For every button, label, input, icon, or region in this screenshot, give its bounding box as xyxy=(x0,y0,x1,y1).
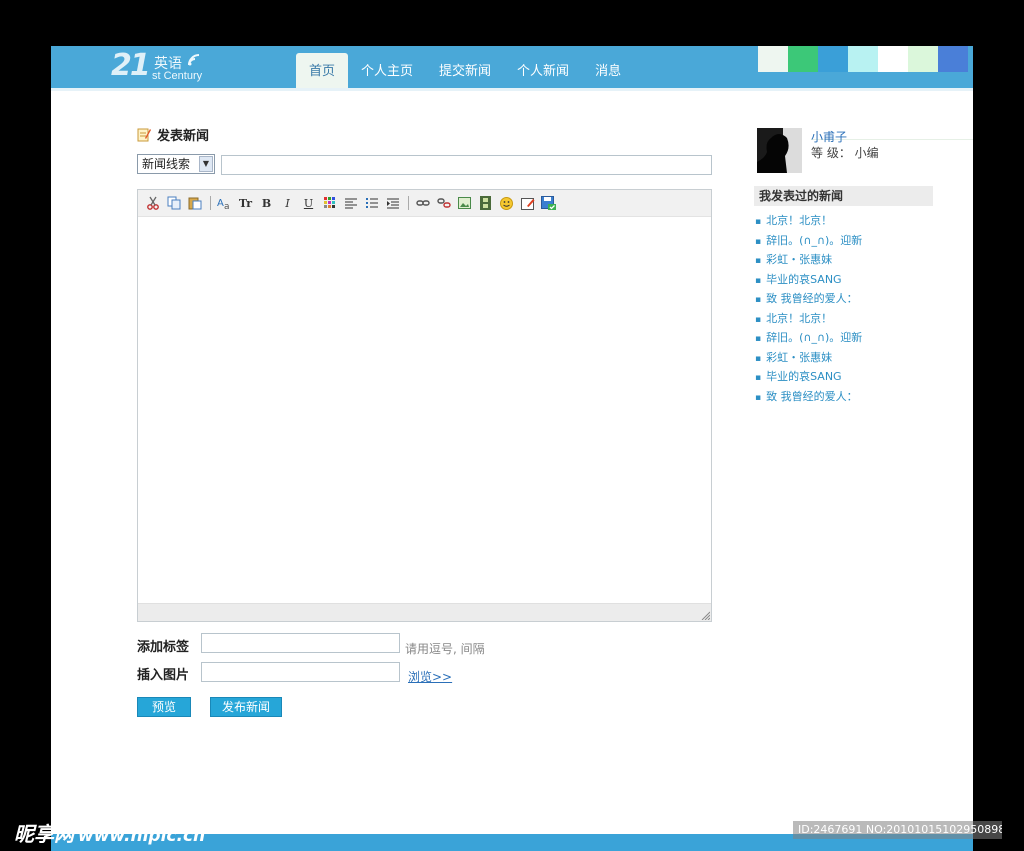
font-family-icon[interactable]: Aa xyxy=(215,194,234,213)
news-item[interactable]: 毕业的哀SANG xyxy=(755,270,862,290)
nav-submit-news[interactable]: 提交新闻 xyxy=(426,53,504,88)
save-icon[interactable] xyxy=(539,194,558,213)
font-size-icon[interactable]: Tr xyxy=(236,194,255,213)
bold-icon[interactable]: B xyxy=(257,194,276,213)
browse-link[interactable]: 浏览>> xyxy=(408,668,452,685)
tags-hint: 请用逗号, 间隔 xyxy=(405,642,485,656)
tags-input[interactable] xyxy=(201,633,400,653)
color-swatch xyxy=(848,46,878,72)
source-edit-icon[interactable] xyxy=(518,194,537,213)
unordered-list-icon[interactable] xyxy=(362,194,381,213)
image-path-input[interactable] xyxy=(201,662,400,682)
header-color-swatches xyxy=(758,46,968,74)
image-label: 插入图片 xyxy=(137,668,190,683)
user-level: 等 级： 小编 xyxy=(811,146,879,160)
watermark-id: ID:2467691 NO:20101015102950898332 xyxy=(793,821,1002,839)
emoticon-icon[interactable] xyxy=(497,194,516,213)
align-left-icon[interactable] xyxy=(341,194,360,213)
link-icon[interactable] xyxy=(413,194,432,213)
chevron-down-icon[interactable]: ▼ xyxy=(199,156,213,172)
watermark-url: www.nipic.cn xyxy=(78,826,206,846)
color-swatch xyxy=(788,46,818,72)
header-bar: 21 英语 st Century 首页 个人主页 提交新闻 个人新闻 消息 xyxy=(51,46,973,88)
news-item[interactable]: 北京！北京！ xyxy=(755,309,862,329)
svg-text:a: a xyxy=(224,202,230,210)
tags-label: 添加标签 xyxy=(137,640,190,655)
paste-icon[interactable] xyxy=(185,194,204,213)
news-item[interactable]: 北京！北京！ xyxy=(755,211,862,231)
indent-icon[interactable] xyxy=(383,194,402,213)
watermark-logo: 昵享网 xyxy=(14,822,74,846)
nav-personal-home[interactable]: 个人主页 xyxy=(348,53,426,88)
logo-en-text: st Century xyxy=(152,70,203,82)
news-item[interactable]: 辞旧。(∩_∩)。迎新 xyxy=(755,231,862,251)
news-title-input[interactable] xyxy=(221,155,712,175)
page: 21 英语 st Century 首页 个人主页 提交新闻 个人新闻 消息 发表 xyxy=(51,46,973,851)
rich-text-editor: Aa Tr B I U xyxy=(137,189,712,622)
site-logo[interactable]: 21 英语 st Century xyxy=(111,48,211,83)
nav-home[interactable]: 首页 xyxy=(296,53,349,88)
nav-personal-news[interactable]: 个人新闻 xyxy=(504,53,582,88)
color-swatch xyxy=(908,46,938,72)
color-swatch xyxy=(878,46,908,72)
toolbar-separator xyxy=(408,196,409,210)
resize-handle-icon[interactable] xyxy=(700,610,710,620)
copy-icon[interactable] xyxy=(164,194,183,213)
main-nav: 首页 个人主页 提交新闻 个人新闻 消息 xyxy=(296,53,634,88)
user-name-link[interactable]: 小甫子 xyxy=(811,128,847,145)
edit-note-icon xyxy=(137,128,151,141)
news-item[interactable]: 致 我曾经的爱人： xyxy=(755,289,862,309)
unlink-icon[interactable] xyxy=(434,194,453,213)
color-swatch xyxy=(938,46,968,72)
color-swatch xyxy=(818,46,848,72)
underline-icon[interactable]: U xyxy=(299,194,318,213)
nav-messages[interactable]: 消息 xyxy=(582,53,634,88)
post-heading: 发表新闻 xyxy=(137,126,210,144)
category-value: 新闻线索 xyxy=(142,157,191,171)
image-icon[interactable] xyxy=(455,194,474,213)
italic-icon[interactable]: I xyxy=(278,194,297,213)
editor-content-area[interactable] xyxy=(138,218,711,604)
post-title: 发表新闻 xyxy=(157,128,210,144)
news-item[interactable]: 毕业的哀SANG xyxy=(755,367,862,387)
publish-button[interactable]: 发布新闻 xyxy=(210,697,282,717)
color-swatch xyxy=(758,46,788,72)
category-select[interactable]: 新闻线索 ▼ xyxy=(137,154,215,174)
news-item[interactable]: 致 我曾经的爱人： xyxy=(755,387,862,407)
preview-button[interactable]: 预览 xyxy=(137,697,191,717)
toolbar-separator xyxy=(210,196,211,210)
media-icon[interactable] xyxy=(476,194,495,213)
logo-number: 21 xyxy=(111,48,151,83)
header-divider xyxy=(51,88,973,91)
editor-toolbar: Aa Tr B I U xyxy=(138,190,711,217)
my-news-list: 北京！北京！ 辞旧。(∩_∩)。迎新 彩虹・张惠妹 毕业的哀SANG 致 我曾经… xyxy=(755,211,862,406)
avatar-silhouette-icon xyxy=(757,128,802,173)
avatar[interactable] xyxy=(757,128,802,173)
text-color-icon[interactable] xyxy=(320,194,339,213)
my-news-heading: 我发表过的新闻 xyxy=(754,186,933,206)
editor-statusbar xyxy=(138,603,711,621)
news-item[interactable]: 彩虹・张惠妹 xyxy=(755,250,862,270)
svg-text:A: A xyxy=(217,198,224,209)
news-item[interactable]: 辞旧。(∩_∩)。迎新 xyxy=(755,328,862,348)
news-item[interactable]: 彩虹・张惠妹 xyxy=(755,348,862,368)
rss-icon xyxy=(188,54,200,66)
cut-icon[interactable] xyxy=(143,194,162,213)
watermark-left: 昵享网 www.nipic.cn xyxy=(14,818,205,847)
